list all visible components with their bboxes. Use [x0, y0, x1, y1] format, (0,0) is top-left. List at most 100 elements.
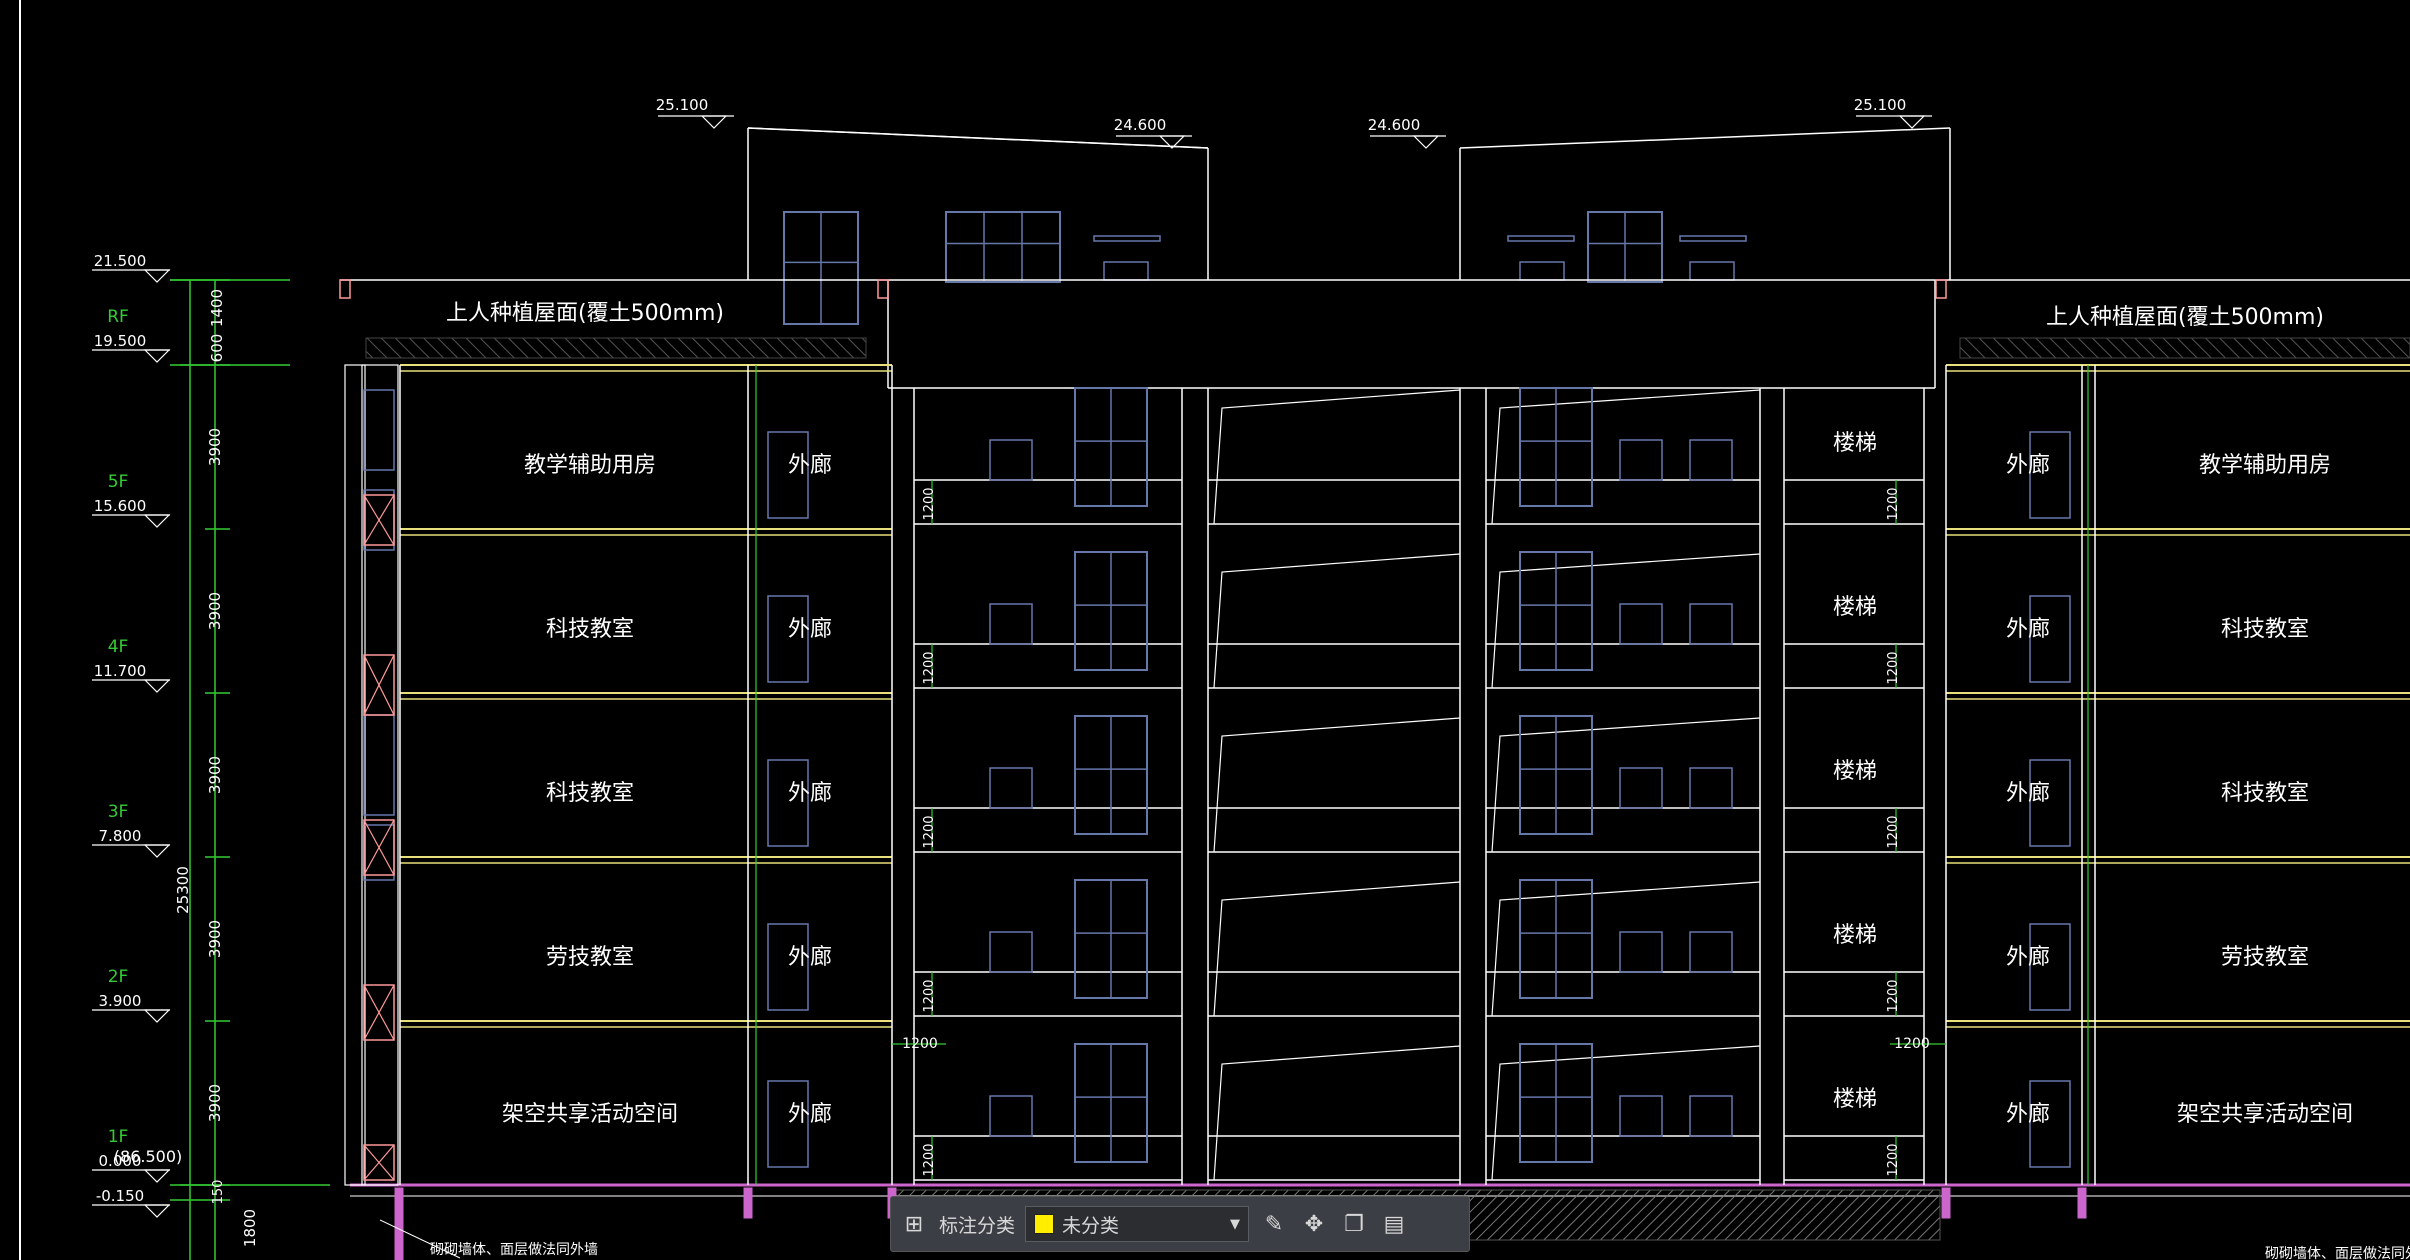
- corridor-label-left: 外廊: [788, 945, 832, 970]
- facade-column: [361, 364, 399, 1186]
- stair-flight: [1213, 553, 1461, 689]
- corridor-label-right: 外廊: [2006, 945, 2050, 970]
- bay-door: [1619, 767, 1663, 809]
- rail-dim-text: 1200: [1886, 979, 1901, 1012]
- bay-door: [989, 931, 1033, 973]
- category-select-value: 未分类: [1062, 1214, 1120, 1237]
- roof-label-right: 上人种植屋面(覆土500mm): [2046, 305, 2324, 330]
- roof-tower-right-roof: [1459, 127, 1951, 149]
- elevation-triangle: [143, 269, 171, 283]
- bay-door: [989, 603, 1033, 645]
- room-label-right: 教学辅助用房: [2199, 453, 2331, 478]
- stair-label: 楼梯: [1833, 1087, 1877, 1112]
- facade-panel: [363, 714, 395, 816]
- room-label-right: 劳技教室: [2221, 945, 2309, 970]
- elevation-value: 15.600: [94, 497, 147, 515]
- rail-dim-text: 1200: [1886, 651, 1901, 684]
- level-label: 3F: [108, 802, 129, 822]
- copy-icon[interactable]: ❐: [1339, 1209, 1369, 1239]
- roof-sill: [1679, 235, 1747, 242]
- dim-floor: 3900: [206, 592, 224, 630]
- stair-label: 楼梯: [1833, 923, 1877, 948]
- rail-dim-text: 1200: [1886, 815, 1901, 848]
- elevation-triangle: [1412, 135, 1440, 149]
- grid-icon[interactable]: ⊞: [899, 1209, 929, 1239]
- dim-total: 25300: [174, 866, 192, 914]
- rail-dim-text: 1200: [922, 487, 937, 520]
- dim-parapet: 600: [208, 334, 226, 363]
- stair-flight: [1491, 389, 1761, 525]
- elevation-triangle: [143, 1204, 171, 1218]
- roof-soil: [1959, 337, 2410, 359]
- elevation-value: -0.150: [96, 1187, 144, 1205]
- roof-window: [945, 211, 1061, 283]
- category-select[interactable]: 未分类 ▼: [1025, 1206, 1250, 1242]
- elevation-triangle: [143, 1169, 171, 1183]
- room-label-left: 架空共享活动空间: [502, 1102, 678, 1127]
- stair-label: 楼梯: [1833, 759, 1877, 784]
- cad-canvas[interactable]: 21.500 RF 19.500 5F 15.600 4F 11.700 3F 7.800 2F 3…: [0, 0, 2410, 1260]
- elevation-triangle: [1898, 115, 1926, 129]
- stair-label: 楼梯: [1833, 431, 1877, 456]
- elevation-triangle: [143, 679, 171, 693]
- elevation-value: 11.700: [94, 662, 147, 680]
- note-bottom-right: 砌砌墙体、面层做法同外墙: [2265, 1246, 2410, 1260]
- elevation-value: 7.800: [99, 827, 142, 845]
- corridor-label-right: 外廊: [2006, 453, 2050, 478]
- corridor-label-left: 外廊: [788, 1102, 832, 1127]
- ground-column: [743, 1187, 753, 1219]
- elevation-triangle: [143, 844, 171, 858]
- corridor-label-right: 外廊: [2006, 1102, 2050, 1127]
- bay-door: [1689, 603, 1733, 645]
- parapet-cap: [877, 279, 889, 299]
- parapet-cap: [1935, 279, 1947, 299]
- roof-soil: [365, 337, 867, 359]
- rail-dim-text: 1200: [1886, 487, 1901, 520]
- roof-window-small: [1689, 261, 1735, 281]
- stair-label: 楼梯: [1833, 595, 1877, 620]
- move-icon[interactable]: ✥: [1299, 1209, 1329, 1239]
- corridor-label-left: 外廊: [788, 617, 832, 642]
- ground-column: [394, 1187, 404, 1260]
- dim-floor: 3900: [206, 428, 224, 466]
- roof-elevation: 25.100: [656, 96, 709, 114]
- ground-column: [2077, 1187, 2087, 1219]
- bay-door: [1689, 439, 1733, 481]
- dim-floor: 3900: [206, 756, 224, 794]
- facade-panel: [363, 824, 395, 881]
- room-label-left: 教学辅助用房: [524, 453, 656, 478]
- roof-elevation: 25.100: [1854, 96, 1907, 114]
- rail-dim-text: 1200: [922, 651, 937, 684]
- stair-flight: [1491, 1045, 1761, 1181]
- roof-label-left: 上人种植屋面(覆土500mm): [446, 301, 724, 326]
- stair-flight: [1491, 553, 1761, 689]
- edit-icon[interactable]: ✎: [1259, 1209, 1289, 1239]
- corridor-label-right: 外廊: [2006, 781, 2050, 806]
- color-swatch: [1034, 1214, 1055, 1234]
- room-label-right: 架空共享活动空间: [2177, 1102, 2353, 1127]
- room-label-left: 劳技教室: [546, 945, 634, 970]
- bay-door: [989, 439, 1033, 481]
- corridor-label-right: 外廊: [2006, 617, 2050, 642]
- stair-flight: [1213, 881, 1461, 1017]
- room-label-left: 科技教室: [546, 781, 634, 806]
- dim-below: 1800: [241, 1209, 259, 1247]
- chevron-down-icon: ▼: [1230, 1216, 1241, 1232]
- room-label-left: 科技教室: [546, 617, 634, 642]
- bay-door: [1619, 1095, 1663, 1137]
- bay-door: [1619, 931, 1663, 973]
- ground-abs-elevation: (86.500): [114, 1147, 182, 1166]
- rail-dim-text: 1200: [922, 979, 937, 1012]
- rail-dim-text: 1200: [922, 815, 937, 848]
- facade-panel: [363, 389, 395, 471]
- corridor-label-left: 外廊: [788, 781, 832, 806]
- roof-sill: [1093, 235, 1161, 242]
- rail-dim-text: 1200: [1886, 1143, 1901, 1176]
- roof-window-small: [1103, 261, 1149, 281]
- stair-flight: [1213, 389, 1461, 525]
- paste-icon[interactable]: ▤: [1379, 1209, 1409, 1239]
- bay-door: [989, 1095, 1033, 1137]
- stair-flight: [1491, 717, 1761, 853]
- roof-elevation: 24.600: [1368, 116, 1421, 134]
- roof-window-small: [1519, 261, 1565, 281]
